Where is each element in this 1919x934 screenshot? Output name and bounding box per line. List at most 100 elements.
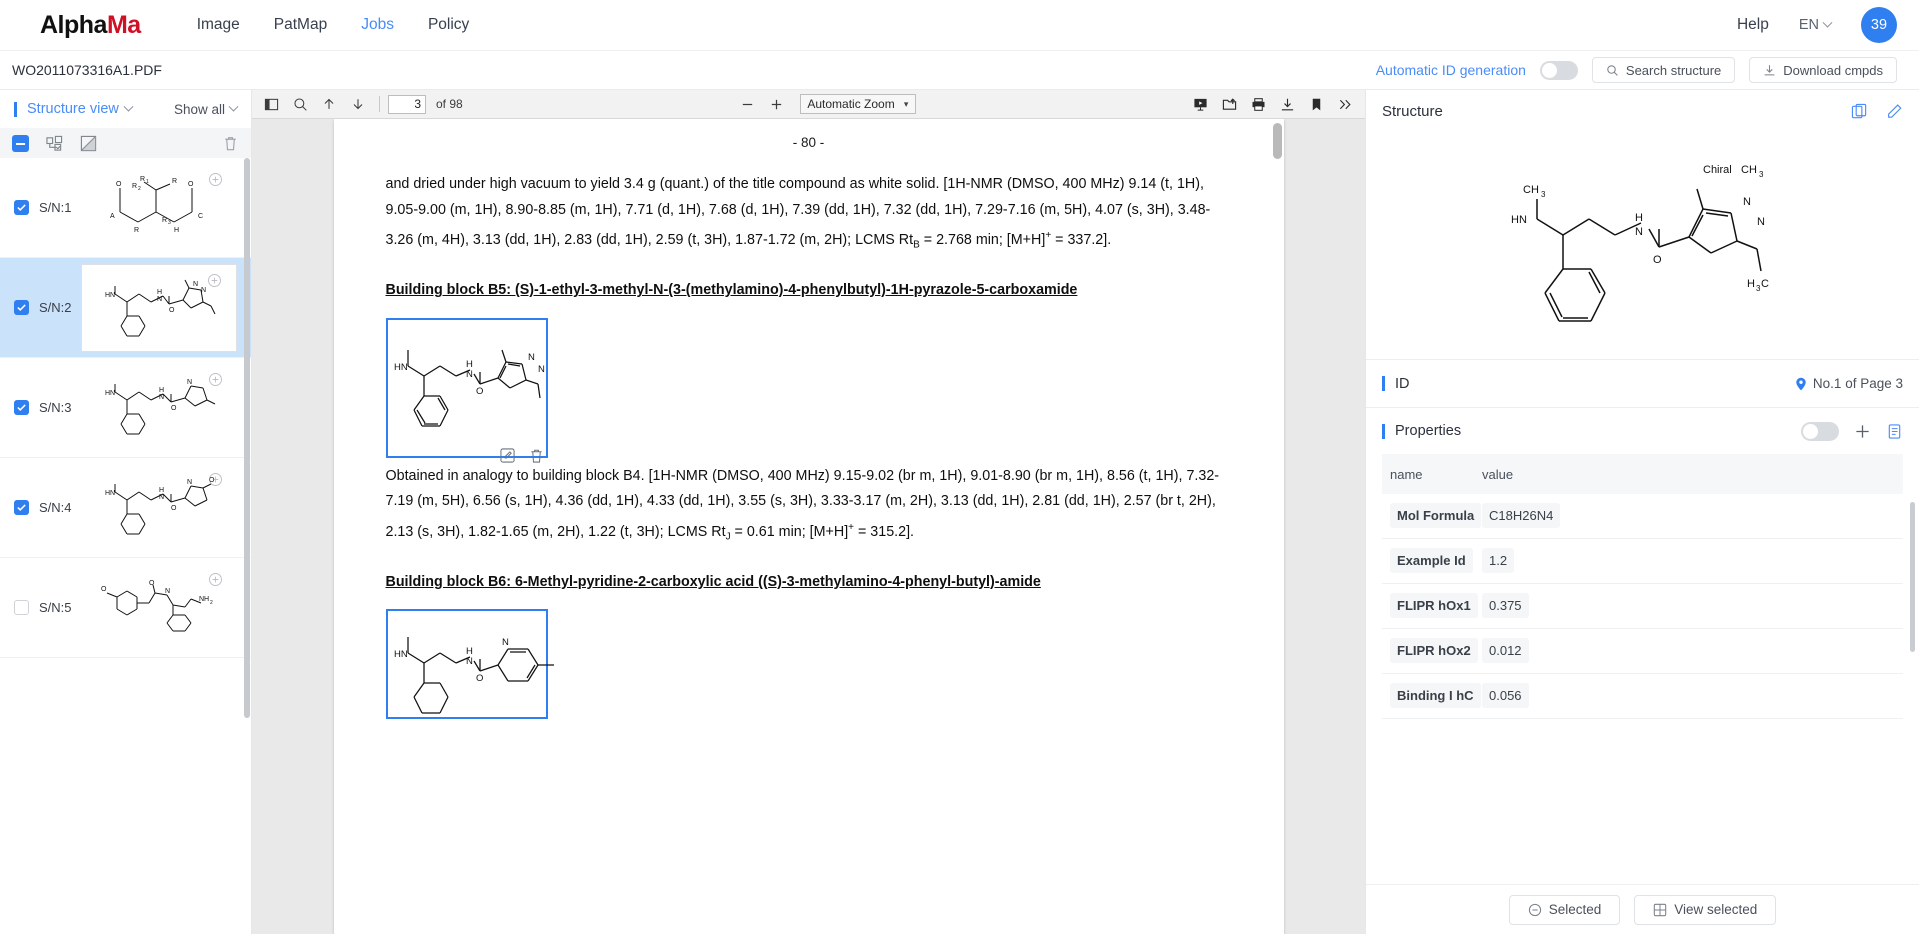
svg-text:N: N — [528, 352, 535, 363]
copy-structure-icon[interactable] — [1851, 103, 1868, 120]
property-name: Binding I hC — [1390, 683, 1481, 708]
zoom-in-button[interactable] — [763, 92, 789, 117]
structure-highlight-box-b5[interactable]: HN HN NN O — [385, 317, 548, 463]
structure-thumbnail[interactable]: HN H N NOO — [81, 464, 237, 552]
svg-text:2: 2 — [210, 600, 213, 606]
table-row[interactable]: FLIPR hOx2 0.012 — [1382, 629, 1903, 674]
structure-view-dropdown[interactable]: Structure view — [27, 101, 134, 117]
download-button[interactable] — [1275, 92, 1301, 117]
more-tools-button[interactable] — [1333, 92, 1359, 117]
table-row[interactable]: Mol Formula C18H26N4 — [1382, 494, 1903, 539]
next-page-button[interactable] — [345, 92, 371, 117]
chevron-down-icon — [1822, 17, 1833, 28]
list-item-label: S/N:1 — [39, 200, 72, 215]
search-icon — [293, 97, 307, 111]
paragraph-2: Obtained in analogy to building block B4… — [386, 464, 1232, 550]
add-property-icon[interactable] — [1854, 423, 1871, 440]
list-item[interactable]: S/N:3 HN H N NO — [0, 358, 251, 458]
pdf-scroll-area[interactable]: - 80 - and dried under high vacuum to yi… — [252, 119, 1365, 934]
pdf-scrollbar[interactable] — [1272, 123, 1282, 159]
app-logo[interactable]: AlphaMa — [40, 11, 141, 40]
property-value[interactable]: C18H26N4 — [1482, 503, 1561, 528]
page-number-input[interactable] — [388, 94, 426, 114]
molecule-drawing: HN HN NNO — [105, 279, 216, 336]
list-item[interactable]: S/N:5 O O N NH 2 — [0, 558, 251, 658]
properties-toggle[interactable] — [1801, 421, 1839, 441]
svg-text:H: H — [174, 227, 179, 234]
zoom-icon[interactable] — [208, 372, 223, 387]
property-value[interactable]: 1.2 — [1482, 548, 1515, 573]
zoom-icon[interactable] — [207, 273, 222, 288]
list-item[interactable]: S/N:1 R1 R R2 R3 OO AC R H — [0, 158, 251, 258]
row-checkbox[interactable] — [14, 500, 29, 515]
structure-thumbnail[interactable]: HN H N NO — [81, 364, 237, 452]
toggle-sidebar-button[interactable] — [258, 92, 284, 117]
contrast-toggle-icon[interactable] — [80, 135, 97, 152]
zoom-icon[interactable] — [208, 572, 223, 587]
structure-thumbnail[interactable]: O O N NH 2 — [81, 564, 237, 652]
list-item[interactable]: S/N:2 HN H N NNO — [0, 258, 251, 358]
download-cmpds-button[interactable]: Download cmpds — [1749, 57, 1897, 83]
section-accent-bar — [14, 101, 17, 117]
table-row[interactable]: Example Id 1.2 — [1382, 539, 1903, 584]
open-file-icon — [1223, 97, 1237, 110]
copy-properties-icon[interactable] — [1886, 423, 1903, 440]
previous-page-button[interactable] — [316, 92, 342, 117]
zoom-level-select[interactable]: Automatic Zoom ▾ — [800, 94, 917, 114]
svg-text:O: O — [188, 181, 194, 188]
nav-item-jobs[interactable]: Jobs — [361, 16, 394, 34]
view-selected-button[interactable]: View selected — [1634, 894, 1777, 925]
structure-preview[interactable]: HN CH 3 HN NN O H3C CH 3 Chiral — [1366, 132, 1919, 360]
edit-icon[interactable] — [499, 448, 515, 463]
property-value[interactable]: 0.375 — [1482, 593, 1529, 618]
zoom-out-button[interactable] — [734, 92, 760, 117]
bookmark-button[interactable] — [1304, 92, 1330, 117]
print-button[interactable] — [1246, 92, 1272, 117]
main-body: Structure view Show all S/N:1 R 1 R R 2 … — [0, 90, 1919, 934]
svg-text:R: R — [140, 176, 145, 183]
molecule-drawing-preview: HN CH 3 HN NN O H3C CH 3 Chiral — [1511, 164, 1769, 322]
properties-scrollbar[interactable] — [1910, 502, 1915, 652]
id-value-group[interactable]: No.1 of Page 3 — [1795, 376, 1903, 391]
zoom-icon[interactable] — [208, 472, 223, 487]
edit-structure-icon[interactable] — [1886, 103, 1903, 120]
select-all-checkbox[interactable] — [12, 134, 29, 152]
molecule-drawing-b6: HN HN N O — [394, 637, 554, 714]
table-row[interactable]: Binding I hC 0.056 — [1382, 674, 1903, 719]
nav-item-patmap[interactable]: PatMap — [274, 16, 327, 34]
row-checkbox[interactable] — [14, 600, 29, 615]
svg-text:R: R — [172, 178, 177, 185]
row-checkbox[interactable] — [14, 300, 29, 315]
svg-text:N: N — [187, 479, 192, 486]
sidebar-scrollbar[interactable] — [244, 158, 250, 718]
property-value[interactable]: 0.056 — [1482, 683, 1529, 708]
open-file-button[interactable] — [1217, 92, 1243, 117]
svg-text:N: N — [466, 369, 473, 380]
structure-list[interactable]: S/N:1 R1 R R2 R3 OO AC R H S/N:2 HN H N … — [0, 158, 251, 934]
merge-structures-icon[interactable] — [46, 135, 63, 152]
avatar[interactable]: 39 — [1861, 7, 1897, 43]
list-item[interactable]: S/N:4 HN H N NOO — [0, 458, 251, 558]
presentation-mode-button[interactable] — [1188, 92, 1214, 117]
property-name: FLIPR hOx1 — [1390, 593, 1478, 618]
delete-icon[interactable] — [222, 135, 239, 152]
structure-highlight-box-b6[interactable]: HN HN N O — [385, 609, 554, 720]
zoom-icon[interactable] — [208, 172, 223, 187]
delete-icon[interactable] — [529, 448, 544, 463]
show-all-dropdown[interactable]: Show all — [174, 101, 239, 117]
help-link[interactable]: Help — [1737, 16, 1769, 34]
structure-thumbnail[interactable]: R1 R R2 R3 OO AC RH — [81, 164, 237, 252]
row-checkbox[interactable] — [14, 400, 29, 415]
structure-thumbnail[interactable]: HN H N NNO — [81, 263, 237, 352]
page-total-label: of 98 — [436, 97, 463, 111]
language-selector[interactable]: EN — [1799, 17, 1833, 33]
row-checkbox[interactable] — [14, 200, 29, 215]
automatic-id-generation-toggle[interactable] — [1539, 60, 1578, 80]
search-structure-button[interactable]: Search structure — [1591, 57, 1736, 83]
selected-button[interactable]: Selected — [1508, 894, 1621, 925]
find-button[interactable] — [287, 92, 313, 117]
nav-item-image[interactable]: Image — [197, 16, 240, 34]
property-value[interactable]: 0.012 — [1482, 638, 1529, 663]
table-row[interactable]: FLIPR hOx1 0.375 — [1382, 584, 1903, 629]
nav-item-policy[interactable]: Policy — [428, 16, 469, 34]
